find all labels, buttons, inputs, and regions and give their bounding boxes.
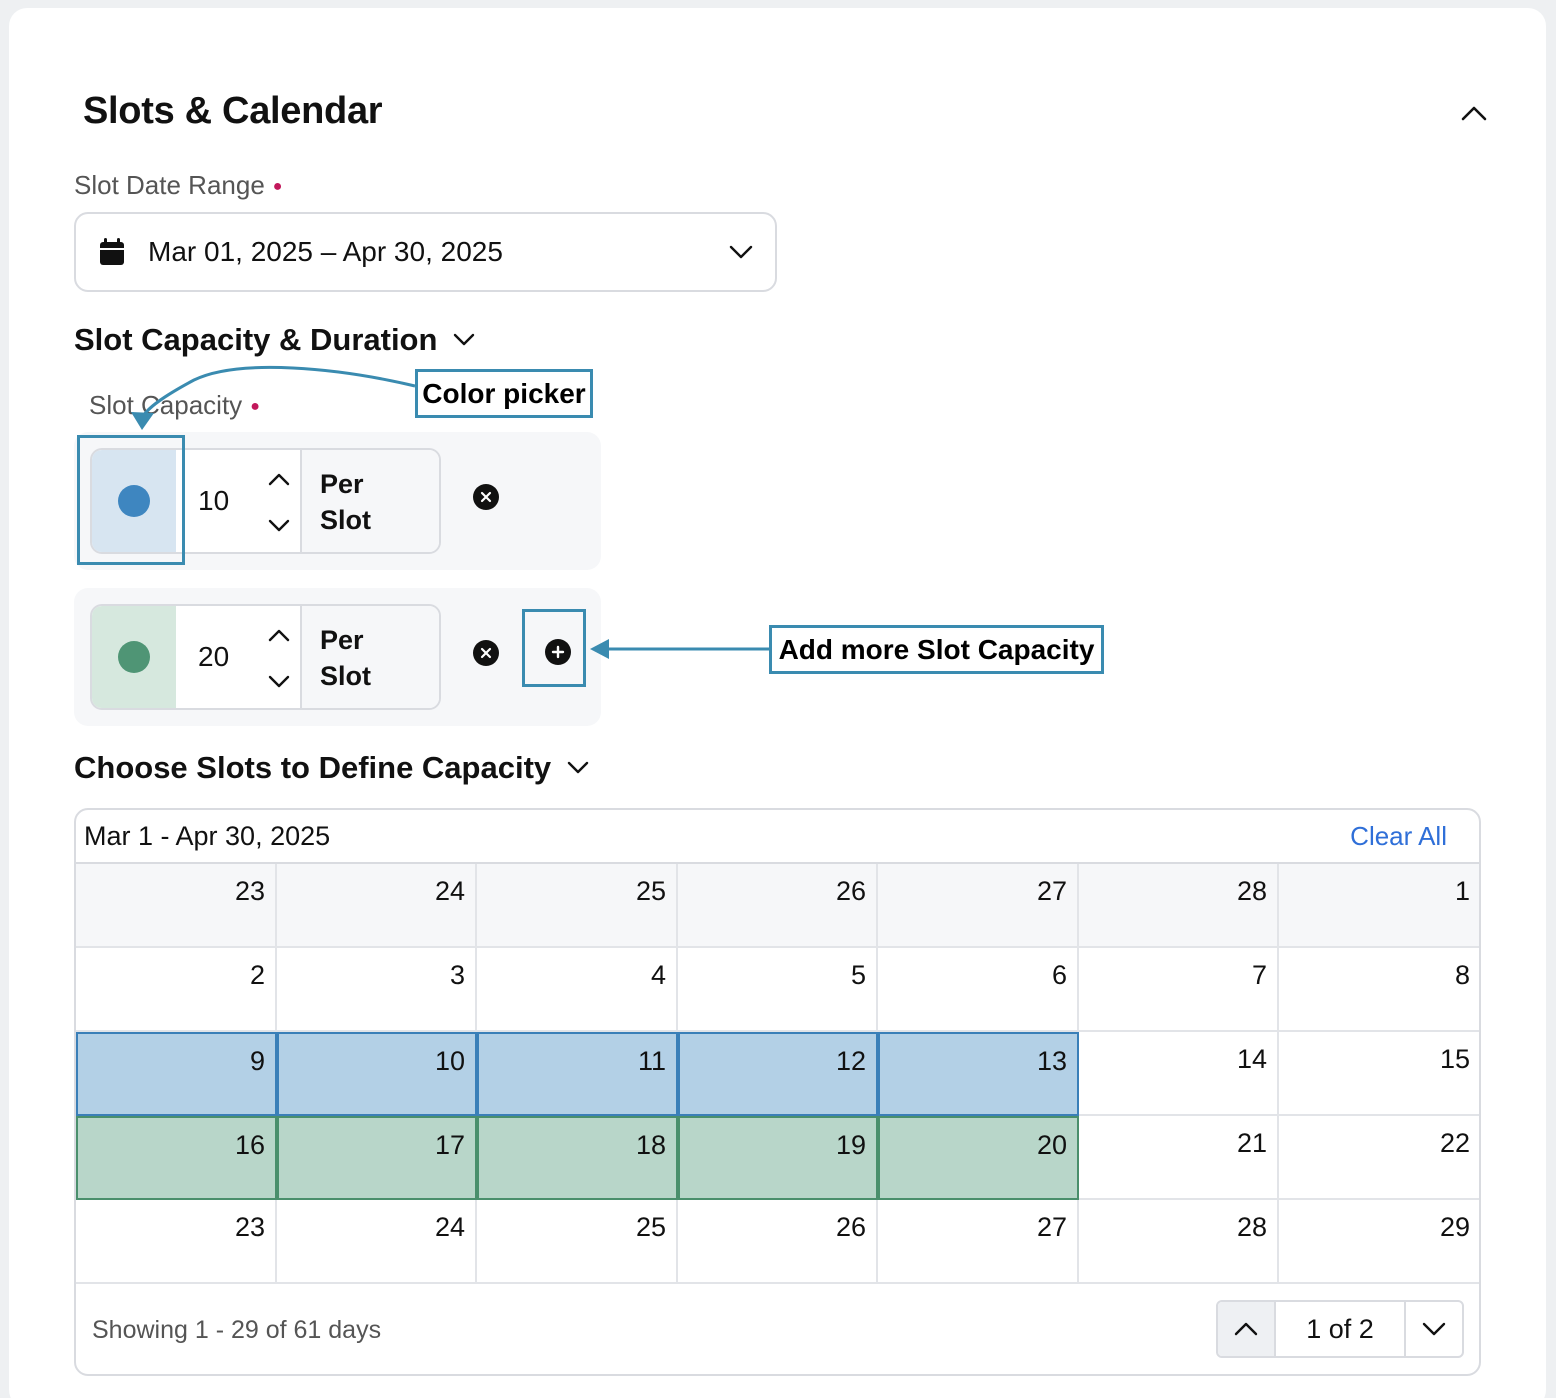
calendar-day-cell[interactable]: 10	[277, 1032, 477, 1116]
calendar-day-cell[interactable]: 3	[277, 948, 477, 1032]
calendar-day-cell[interactable]: 19	[678, 1116, 878, 1200]
color-picker-annotation: Color picker	[415, 369, 593, 418]
chevron-up-icon	[1234, 1322, 1258, 1336]
chevron-down-icon	[567, 761, 589, 774]
calendar-day-cell[interactable]: 25	[477, 1200, 678, 1284]
previous-page-button[interactable]	[1218, 1302, 1276, 1356]
calendar-day-cell[interactable]: 20	[878, 1116, 1079, 1200]
calendar-day-cell[interactable]: 4	[477, 948, 678, 1032]
section-title: Choose Slots to Define Capacity	[74, 750, 552, 785]
choose-slots-toggle[interactable]: Choose Slots to Define Capacity	[74, 750, 589, 786]
calendar-header: Mar 1 - Apr 30, 2025 Clear All	[76, 810, 1479, 864]
calendar-day-cell[interactable]: 5	[678, 948, 878, 1032]
calendar-footer: Showing 1 - 29 of 61 days 1 of 2	[76, 1284, 1479, 1374]
calendar-day-cell[interactable]: 21	[1079, 1116, 1279, 1200]
calendar-day-cell[interactable]: 9	[76, 1032, 277, 1116]
calendar-day-cell[interactable]: 26	[678, 1200, 878, 1284]
calendar-day-cell[interactable]: 17	[277, 1116, 477, 1200]
calendar-day-cell[interactable]: 24	[277, 864, 477, 948]
next-page-button[interactable]	[1404, 1302, 1462, 1356]
calendar-day-cell[interactable]: 25	[477, 864, 678, 948]
calendar-day-cell[interactable]: 8	[1279, 948, 1479, 1032]
calendar-grid: 23 24 25 26 27 28 1 2 3 4 5 6 7 8 9 10 11 12 13 14 15 16 17 18 1…	[76, 864, 1479, 1284]
slot-calendar: Mar 1 - Apr 30, 2025 Clear All 23 24 25 26 2…	[74, 808, 1481, 1376]
calendar-day-cell[interactable]: 16	[76, 1116, 277, 1200]
calendar-day-cell[interactable]: 29	[1279, 1200, 1479, 1284]
calendar-day-cell[interactable]: 24	[277, 1200, 477, 1284]
calendar-day-cell[interactable]: 15	[1279, 1032, 1479, 1116]
add-more-annotation: Add more Slot Capacity	[769, 625, 1104, 674]
calendar-day-cell[interactable]: 12	[678, 1032, 878, 1116]
calendar-day-cell[interactable]: 11	[477, 1032, 678, 1116]
calendar-day-cell[interactable]: 1	[1279, 864, 1479, 948]
calendar-day-cell[interactable]: 22	[1279, 1116, 1479, 1200]
calendar-day-cell[interactable]: 7	[1079, 948, 1279, 1032]
calendar-day-cell[interactable]: 6	[878, 948, 1079, 1032]
calendar-day-cell[interactable]: 23	[76, 1200, 277, 1284]
calendar-day-cell[interactable]: 2	[76, 948, 277, 1032]
calendar-day-cell[interactable]: 28	[1079, 1200, 1279, 1284]
calendar-day-cell[interactable]: 14	[1079, 1032, 1279, 1116]
calendar-day-cell[interactable]: 27	[878, 864, 1079, 948]
clear-all-link[interactable]: Clear All	[1350, 821, 1447, 852]
slots-calendar-panel: Slots & Calendar Slot Date Range ● Mar 01…	[9, 8, 1546, 1398]
showing-count: Showing 1 - 29 of 61 days	[92, 1316, 382, 1344]
calendar-day-cell[interactable]: 23	[76, 864, 277, 948]
calendar-day-cell[interactable]: 27	[878, 1200, 1079, 1284]
calendar-day-cell[interactable]: 28	[1079, 864, 1279, 948]
calendar-range: Mar 1 - Apr 30, 2025	[84, 820, 331, 851]
calendar-day-cell[interactable]: 13	[878, 1032, 1079, 1116]
pagination: 1 of 2	[1216, 1300, 1464, 1358]
calendar-day-cell[interactable]: 18	[477, 1116, 678, 1200]
calendar-day-cell[interactable]: 26	[678, 864, 878, 948]
page-indicator: 1 of 2	[1306, 1313, 1374, 1344]
chevron-down-icon	[1422, 1322, 1446, 1336]
